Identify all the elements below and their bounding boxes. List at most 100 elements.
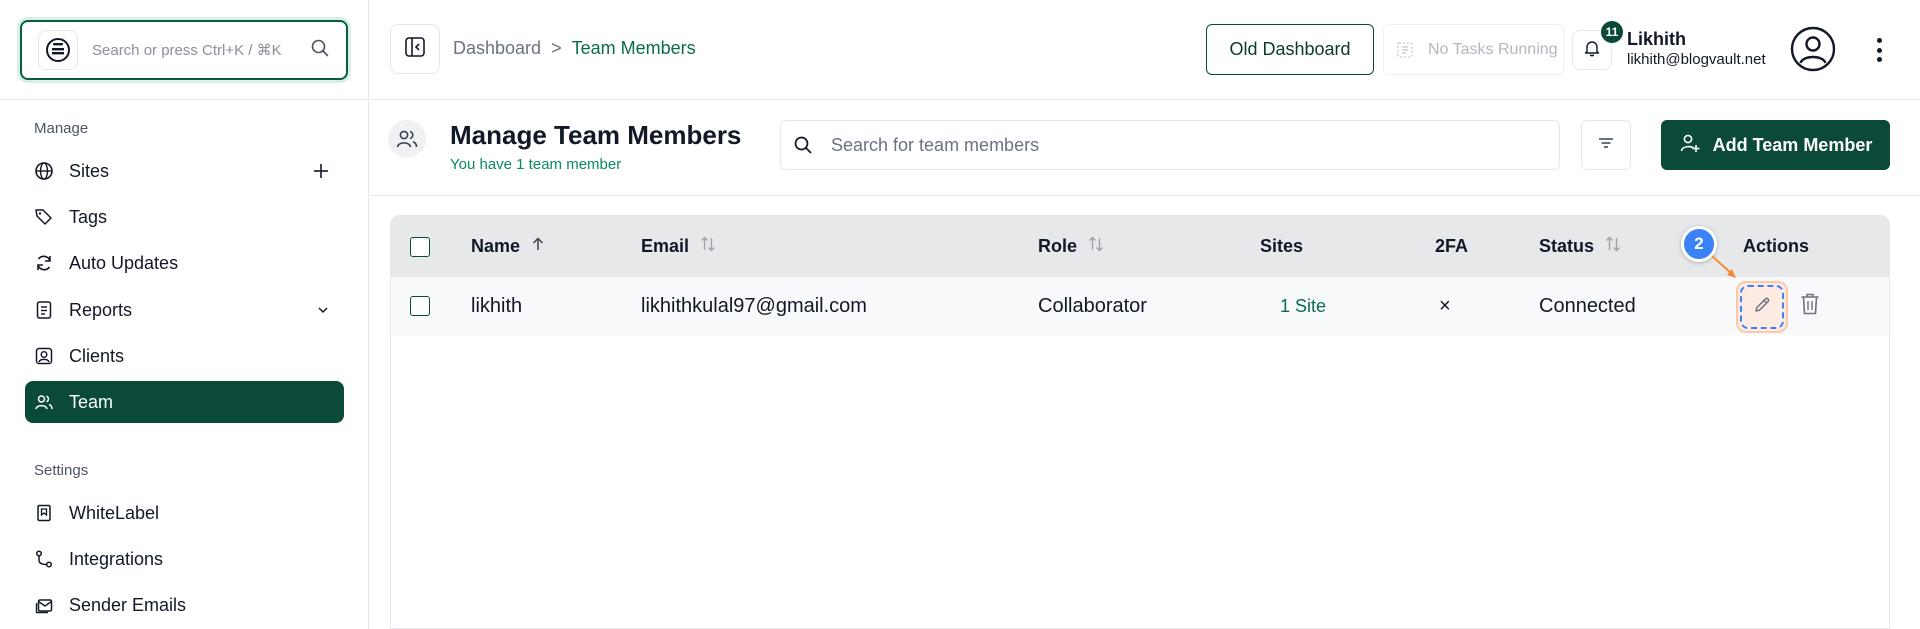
- sidebar-item-label: Auto Updates: [69, 252, 179, 273]
- refresh-icon: [33, 252, 55, 274]
- column-header-sites: Sites: [1260, 216, 1303, 277]
- page-header: Manage Team Members You have 1 team memb…: [370, 101, 1920, 196]
- sidebar-item-whitelabel[interactable]: WhiteLabel: [25, 492, 344, 534]
- breadcrumb-team-members[interactable]: Team Members: [572, 38, 696, 59]
- filter-button[interactable]: [1581, 120, 1631, 170]
- team-icon: [33, 391, 55, 413]
- sidebar-item-label: Clients: [69, 345, 125, 366]
- search-icon: [310, 38, 330, 63]
- sidebar-item-reports[interactable]: Reports: [25, 289, 344, 331]
- old-dashboard-button[interactable]: Old Dashboard: [1206, 24, 1374, 75]
- column-label: Email: [641, 236, 690, 256]
- section-label-settings: Settings: [34, 462, 89, 479]
- sidebar-toggle-button[interactable]: [390, 24, 440, 74]
- sidebar-item-clients[interactable]: Clients: [25, 335, 344, 377]
- sidebar-item-team[interactable]: Team: [25, 381, 344, 423]
- member-role: Collaborator: [1038, 294, 1147, 317]
- page-title: Manage Team Members: [450, 120, 742, 150]
- column-label: Sites: [1260, 236, 1304, 256]
- sidebar: Search or press Ctrl+K / ⌘K Manage Sites…: [0, 0, 369, 629]
- sidebar-item-integrations[interactable]: Integrations: [25, 538, 344, 580]
- sidebar-item-label: Team: [69, 391, 114, 412]
- column-label: Status: [1539, 236, 1595, 256]
- chevron-down-icon[interactable]: [316, 303, 330, 317]
- sidebar-item-label: Reports: [69, 299, 133, 320]
- clients-icon: [33, 345, 55, 367]
- table-row: likhith likhithkulal97@gmail.com Collabo…: [391, 277, 1889, 335]
- sidebar-item-label: WhiteLabel: [69, 502, 160, 523]
- user-name: Likhith: [1627, 29, 1686, 49]
- column-label: Role: [1038, 236, 1078, 256]
- member-search-placeholder: Search for team members: [831, 134, 1040, 155]
- sidebar-item-tags[interactable]: Tags: [25, 196, 344, 238]
- column-header-2fa: 2FA: [1435, 216, 1468, 277]
- notification-count-badge: 11: [1601, 21, 1623, 43]
- user-email: likhith@blogvault.net: [1627, 51, 1766, 68]
- page-subtitle: You have 1 team member: [450, 156, 622, 173]
- breadcrumb-dashboard[interactable]: Dashboard: [453, 38, 541, 59]
- sidebar-item-auto-updates[interactable]: Auto Updates: [25, 242, 344, 284]
- member-sites-link[interactable]: 1 Site: [1280, 277, 1326, 335]
- add-user-icon: [1679, 132, 1701, 159]
- sidebar-item-label: Integrations: [69, 548, 164, 569]
- sidebar-item-sites[interactable]: Sites: [25, 150, 344, 192]
- sidebar-item-label: Sender Emails: [69, 594, 187, 615]
- member-email: likhithkulal97@gmail.com: [641, 294, 867, 317]
- integrations-icon: [33, 548, 55, 570]
- row-checkbox[interactable]: [410, 277, 430, 335]
- mail-stack-icon: [33, 594, 55, 616]
- member-status: Connected: [1539, 294, 1636, 317]
- team-members-icon: [388, 120, 426, 158]
- tasks-status-label: No Tasks Running: [1428, 40, 1558, 58]
- add-site-icon[interactable]: [312, 162, 330, 180]
- member-search-input[interactable]: Search for team members: [780, 120, 1560, 170]
- filter-icon: [1596, 133, 1616, 158]
- trash-icon: [1799, 292, 1821, 321]
- collapse-sidebar-icon: [404, 36, 426, 63]
- bookmark-icon: [33, 502, 55, 524]
- sort-ascending-icon: [530, 236, 546, 257]
- team-members-table: Name Email Role Sites 2FA Status Actions…: [390, 215, 1890, 629]
- sort-icon: [699, 235, 717, 258]
- member-2fa-status: ×: [1439, 294, 1451, 317]
- column-label: Name: [471, 236, 521, 256]
- more-options-icon[interactable]: [1867, 34, 1891, 66]
- report-icon: [33, 299, 55, 321]
- global-search-placeholder: Search or press Ctrl+K / ⌘K: [92, 42, 282, 59]
- column-label: 2FA: [1435, 236, 1469, 256]
- globe-icon: [33, 160, 55, 182]
- sidebar-divider: [0, 99, 369, 100]
- edit-member-button[interactable]: [1736, 281, 1788, 333]
- column-header-email[interactable]: Email: [641, 216, 717, 277]
- global-search[interactable]: Search or press Ctrl+K / ⌘K: [20, 20, 348, 80]
- breadcrumb: Dashboard > Team Members: [453, 38, 696, 59]
- tutorial-arrow-icon: [1711, 255, 1736, 278]
- sort-icon: [1087, 235, 1105, 258]
- column-label: Actions: [1743, 236, 1810, 256]
- logo-icon[interactable]: [38, 30, 78, 70]
- select-all-checkbox[interactable]: [410, 216, 430, 277]
- column-header-role[interactable]: Role: [1038, 216, 1105, 277]
- breadcrumb-separator: >: [551, 38, 562, 58]
- section-label-manage: Manage: [34, 120, 89, 137]
- sidebar-item-label: Tags: [69, 206, 108, 227]
- user-avatar-icon[interactable]: [1790, 26, 1836, 72]
- top-header: Dashboard > Team Members Old Dashboard N…: [370, 0, 1920, 100]
- add-team-member-button[interactable]: Add Team Member: [1661, 120, 1890, 170]
- tags-icon: [33, 206, 55, 228]
- sidebar-item-sender-emails[interactable]: Sender Emails: [25, 584, 344, 626]
- sidebar-item-label: Sites: [69, 160, 110, 181]
- bell-icon: [1583, 39, 1601, 62]
- member-name: likhith: [471, 294, 523, 317]
- pencil-icon: [1752, 295, 1772, 320]
- tasks-icon: [1396, 41, 1414, 59]
- tasks-status[interactable]: No Tasks Running: [1383, 24, 1564, 75]
- column-header-name[interactable]: Name: [471, 216, 546, 277]
- add-team-member-label: Add Team Member: [1712, 134, 1873, 155]
- search-icon: [793, 135, 813, 155]
- column-header-status[interactable]: Status: [1539, 216, 1622, 277]
- delete-member-button[interactable]: [1797, 293, 1823, 319]
- column-header-actions: Actions: [1743, 216, 1809, 277]
- sort-icon: [1604, 235, 1622, 258]
- table-header: Name Email Role Sites 2FA Status Actions: [391, 216, 1889, 277]
